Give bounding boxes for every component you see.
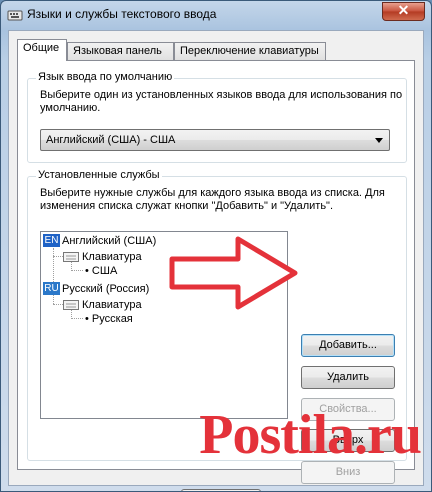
installed-services-description: Выберите нужные службы для каждого языка… <box>40 187 385 212</box>
window-title: Языки и службы текстового ввода <box>27 7 217 21</box>
tab-general-label: Общие <box>23 42 60 54</box>
russian-language-label: Русский (Россия) <box>62 283 150 295</box>
tree-node-us-layout[interactable]: • США <box>85 264 117 278</box>
en-language-badge: EN <box>43 234 60 247</box>
keyboard-icon <box>63 300 79 310</box>
tab-keyboard-switch-label: Переключение клавиатуры <box>180 45 319 57</box>
tree-line <box>71 270 83 271</box>
close-button[interactable]: ✕ <box>382 2 425 21</box>
default-language-group: Язык ввода по умолчанию Выберите один из… <box>27 71 407 163</box>
keyboard-app-icon <box>7 10 23 21</box>
keyboard-icon <box>63 252 79 262</box>
tree-node-english-keyboard[interactable]: Клавиатура <box>63 250 142 264</box>
english-language-label: Английский (США) <box>62 235 157 247</box>
tree-node-russian-layout[interactable]: • Русская <box>85 312 133 326</box>
default-language-dropdown[interactable]: Английский (США) - США <box>40 129 390 151</box>
russian-keyboard-label: Клавиатура <box>82 299 142 311</box>
ru-language-badge: RU <box>43 282 60 295</box>
default-language-group-title: Язык ввода по умолчанию <box>36 71 175 83</box>
default-language-description: Выберите один из установленных языков вв… <box>40 89 403 114</box>
add-button[interactable]: Добавить... <box>301 334 395 357</box>
us-layout-label: США <box>91 265 118 277</box>
tree-line <box>71 318 83 319</box>
default-language-value: Английский (США) - США <box>46 134 176 146</box>
russian-layout-label: Русская <box>91 313 133 325</box>
bullet-icon: • <box>85 265 92 277</box>
tab-keyboard-switch[interactable]: Переключение клавиатуры <box>174 42 326 60</box>
close-icon: ✕ <box>397 2 410 18</box>
tree-node-russian[interactable]: RU Русский (Россия) <box>43 282 149 296</box>
dialog-window: Языки и службы текстового ввода ✕ Общие … <box>0 0 432 492</box>
tree-line <box>53 256 63 257</box>
tree-node-english[interactable]: EN Английский (США) <box>43 234 156 248</box>
tab-language-bar[interactable]: Языковая панель <box>67 42 174 60</box>
bullet-icon: • <box>85 313 92 325</box>
chevron-down-icon <box>375 138 383 143</box>
red-arrow-annotation <box>169 236 298 310</box>
english-keyboard-label: Клавиатура <box>82 251 142 263</box>
tree-node-russian-keyboard[interactable]: Клавиатура <box>63 298 142 312</box>
title-bar[interactable]: Языки и службы текстового ввода ✕ <box>1 1 431 29</box>
installed-services-group-title: Установленные службы <box>36 169 162 181</box>
watermark-logo: Postila.ru <box>199 404 422 466</box>
tree-line <box>53 248 54 286</box>
tree-line <box>53 304 63 305</box>
remove-button[interactable]: Удалить <box>301 366 395 389</box>
tab-general[interactable]: Общие <box>17 39 67 61</box>
tab-language-bar-label: Языковая панель <box>73 45 162 57</box>
